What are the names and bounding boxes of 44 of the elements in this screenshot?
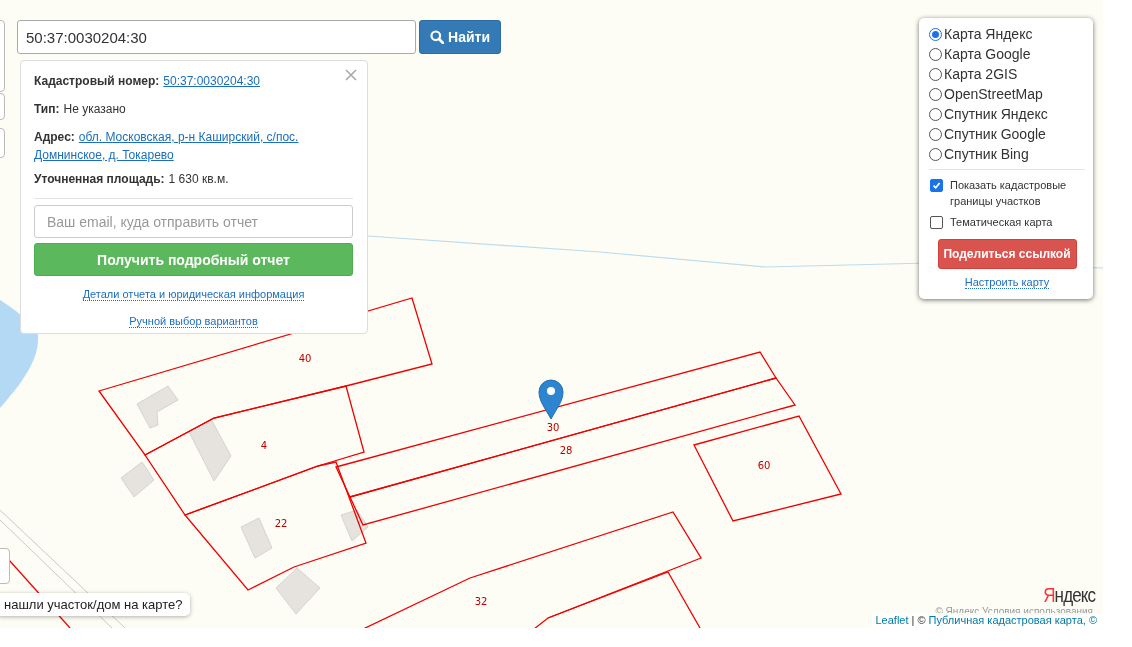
settings-link[interactable]: Настроить карту xyxy=(964,276,1050,289)
parcel-number: 4 xyxy=(260,440,268,451)
map-pin-icon[interactable] xyxy=(538,379,564,420)
overlay-label[interactable]: Показать кадастровые границы участков xyxy=(950,177,1085,209)
popup-link[interactable]: Ручной выбор вариантов xyxy=(129,315,258,328)
layer-label[interactable]: Карта Яндекс xyxy=(944,26,1033,42)
layer-label[interactable]: Карта 2GIS xyxy=(944,66,1018,82)
search-field[interactable]: 50:37:0030204:30 xyxy=(17,20,416,54)
info-field: Тип: Не указано xyxy=(34,100,353,118)
info-field: Адрес: обл. Московская, р-н Каширский, с/пос. Домнинское, д. Токарево xyxy=(34,128,353,164)
parcel-number: 32 xyxy=(474,596,488,607)
search-icon xyxy=(430,30,444,44)
parcel-number: 22 xyxy=(274,518,288,529)
checkbox[interactable] xyxy=(930,179,943,192)
parcel-number: 60 xyxy=(757,460,771,471)
info-field: Уточненная площадь: 1 630 кв.м. xyxy=(34,170,353,188)
map-logo: Яндекс xyxy=(1042,584,1095,607)
layer-label[interactable]: Спутник Google xyxy=(944,126,1046,142)
radio-button[interactable] xyxy=(929,87,942,101)
radio-button[interactable] xyxy=(929,147,942,161)
radio-button[interactable] xyxy=(929,127,942,141)
radio-button[interactable] xyxy=(929,107,942,121)
email-field[interactable]: Ваш email, куда отправить отчет xyxy=(34,205,353,238)
attribution-separator: | © xyxy=(911,614,926,626)
map-terms: © Яндекс Условия использования xyxy=(935,606,1093,617)
layer-label[interactable]: Карта Google xyxy=(944,46,1031,62)
radio-button[interactable] xyxy=(929,67,942,81)
search-button[interactable]: Найти xyxy=(419,20,501,54)
checkbox[interactable] xyxy=(930,216,943,229)
attribution-link[interactable]: Публичная кадастровая карта, © xyxy=(928,614,1097,626)
radio-button[interactable] xyxy=(929,27,942,41)
hint-bubble[interactable]: нашли участок/дом на карте? xyxy=(0,593,191,616)
attribution-link[interactable]: Leaflet xyxy=(875,614,909,626)
layer-label[interactable]: Спутник Яндекс xyxy=(944,106,1048,122)
share-button[interactable]: Поделиться ссылкой xyxy=(937,239,1077,269)
popup-link[interactable]: Детали отчета и юридическая информация xyxy=(82,288,305,301)
info-field: Кадастровый номер: 50:37:0030204:30 xyxy=(34,72,353,90)
parcel-number: 40 xyxy=(298,353,312,364)
parcel-number: 28 xyxy=(559,445,573,456)
layer-label[interactable]: Спутник Bing xyxy=(944,146,1029,162)
radio-button[interactable] xyxy=(929,47,942,61)
overlay-label[interactable]: Тематическая карта xyxy=(950,214,1053,230)
parcel-number: 30 xyxy=(546,422,560,433)
layer-label[interactable]: OpenStreetMap xyxy=(944,86,1043,102)
